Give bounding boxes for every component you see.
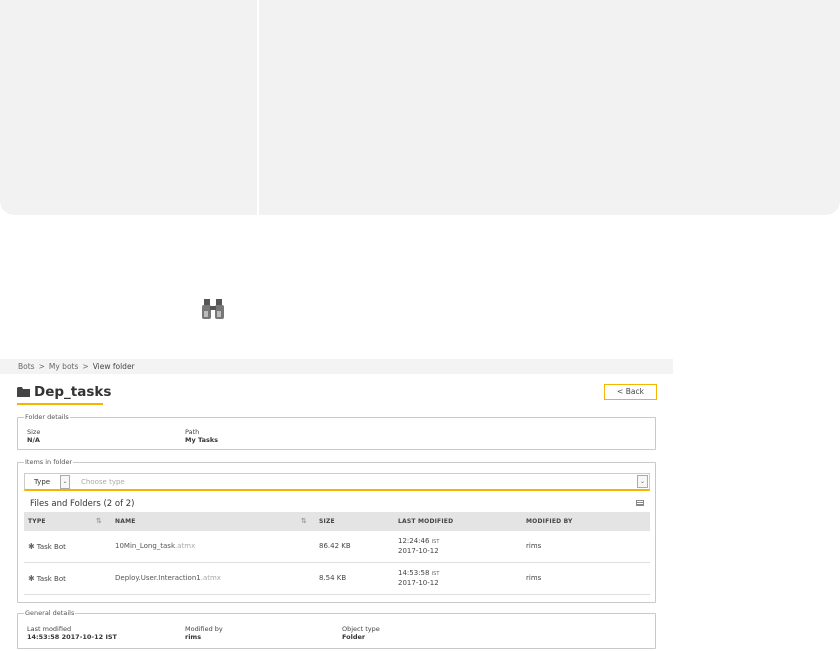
breadcrumb-bots[interactable]: Bots bbox=[18, 362, 35, 371]
row-tz: IST bbox=[431, 571, 440, 577]
page-header: Dep_tasks bbox=[17, 382, 111, 402]
object-type-value: Folder bbox=[342, 633, 366, 641]
row-name-text[interactable]: 10Min_Long_task bbox=[115, 542, 175, 550]
path-value: My Tasks bbox=[185, 436, 219, 444]
title-underline bbox=[17, 403, 103, 405]
table-row[interactable]: ✱ Task Bot Deploy.User.Interaction1.atmx … bbox=[24, 563, 650, 595]
modified-by-value: rims bbox=[185, 633, 202, 641]
breadcrumb-my-bots[interactable]: My bots bbox=[49, 362, 79, 371]
page-title: Dep_tasks bbox=[34, 384, 112, 400]
general-details-legend: General details bbox=[25, 609, 75, 617]
sort-icon[interactable]: ⇅ bbox=[96, 517, 102, 525]
row-name-text[interactable]: Deploy.User.Interaction1 bbox=[115, 574, 201, 582]
folder-details-section: Folder details bbox=[17, 413, 656, 450]
breadcrumb-separator: > bbox=[82, 362, 89, 371]
table-header: TYPE ⇅ NAME ⇅ SIZE LAST MODIFIED MODIFIE… bbox=[24, 512, 650, 531]
task-bot-icon: ✱ bbox=[28, 574, 35, 583]
type-filter-input[interactable]: Choose type bbox=[81, 478, 125, 486]
row-type-label: Task Bot bbox=[36, 543, 66, 551]
chevron-down-icon[interactable]: ⌄ bbox=[637, 475, 648, 488]
row-name[interactable]: Deploy.User.Interaction1.atmx bbox=[115, 574, 221, 582]
type-filter[interactable]: Type ⌄ Choose type ⌄ bbox=[24, 473, 650, 491]
binoculars-icon bbox=[202, 299, 224, 319]
last-modified-label: Last modified bbox=[27, 625, 72, 633]
row-name[interactable]: 10Min_Long_task.atmx bbox=[115, 542, 195, 550]
files-folders-count: Files and Folders (2 of 2) bbox=[30, 499, 135, 509]
row-date: 2017-10-12 bbox=[398, 579, 439, 587]
row-type-label: Task Bot bbox=[36, 575, 66, 583]
row-size: 86.42 KB bbox=[319, 542, 351, 550]
sort-icon[interactable]: ⇅ bbox=[301, 517, 307, 525]
row-modified-by: rims bbox=[526, 542, 542, 550]
top-panel-divider bbox=[257, 0, 259, 215]
column-header-type[interactable]: TYPE bbox=[28, 518, 46, 525]
folder-icon bbox=[17, 387, 30, 397]
row-time: 12:24:46 bbox=[398, 537, 430, 545]
object-type: Object type Folder bbox=[342, 625, 380, 641]
row-last-modified: 12:24:46 IST 2017-10-12 bbox=[398, 537, 439, 556]
folder-details-legend: Folder details bbox=[25, 413, 69, 421]
column-header-size[interactable]: SIZE bbox=[319, 518, 335, 525]
last-modified-value: 14:53:58 2017-10-12 IST bbox=[27, 633, 117, 641]
top-panel bbox=[0, 0, 840, 215]
breadcrumb-current: View folder bbox=[92, 362, 135, 371]
size-label: Size bbox=[27, 428, 41, 436]
object-type-label: Object type bbox=[342, 625, 380, 633]
row-type: ✱ Task Bot bbox=[28, 542, 66, 551]
path-label: Path bbox=[185, 428, 200, 436]
column-header-name[interactable]: NAME bbox=[115, 518, 136, 525]
row-date: 2017-10-12 bbox=[398, 547, 439, 555]
breadcrumb: Bots > My bots > View folder bbox=[0, 359, 673, 374]
size-value: N/A bbox=[27, 436, 40, 444]
modified-by-label: Modified by bbox=[185, 625, 223, 633]
grid-view-icon[interactable] bbox=[636, 500, 644, 506]
items-in-folder-legend: Items in folder bbox=[25, 458, 73, 466]
last-modified: Last modified 14:53:58 2017-10-12 IST bbox=[27, 625, 117, 641]
row-size: 8.54 KB bbox=[319, 574, 347, 582]
row-name-ext: .atmx bbox=[175, 542, 196, 550]
folder-size: Size N/A bbox=[27, 428, 40, 444]
chevron-down-icon[interactable]: ⌄ bbox=[60, 475, 70, 489]
row-type: ✱ Task Bot bbox=[28, 574, 66, 583]
row-name-ext: .atmx bbox=[200, 574, 221, 582]
column-header-modified-by[interactable]: MODIFIED BY bbox=[526, 518, 573, 525]
column-header-last-modified[interactable]: LAST MODIFIED bbox=[398, 518, 453, 525]
task-bot-icon: ✱ bbox=[28, 542, 35, 551]
modified-by: Modified by rims bbox=[185, 625, 223, 641]
breadcrumb-separator: > bbox=[38, 362, 45, 371]
type-filter-label: Type bbox=[34, 478, 51, 486]
table-row[interactable]: ✱ Task Bot 10Min_Long_task.atmx 86.42 KB … bbox=[24, 531, 650, 563]
row-tz: IST bbox=[431, 539, 440, 545]
row-time: 14:53:58 bbox=[398, 569, 430, 577]
folder-path: Path My Tasks bbox=[185, 428, 218, 444]
row-last-modified: 14:53:58 IST 2017-10-12 bbox=[398, 569, 439, 588]
row-modified-by: rims bbox=[526, 574, 542, 582]
back-button[interactable]: < Back bbox=[604, 384, 657, 400]
